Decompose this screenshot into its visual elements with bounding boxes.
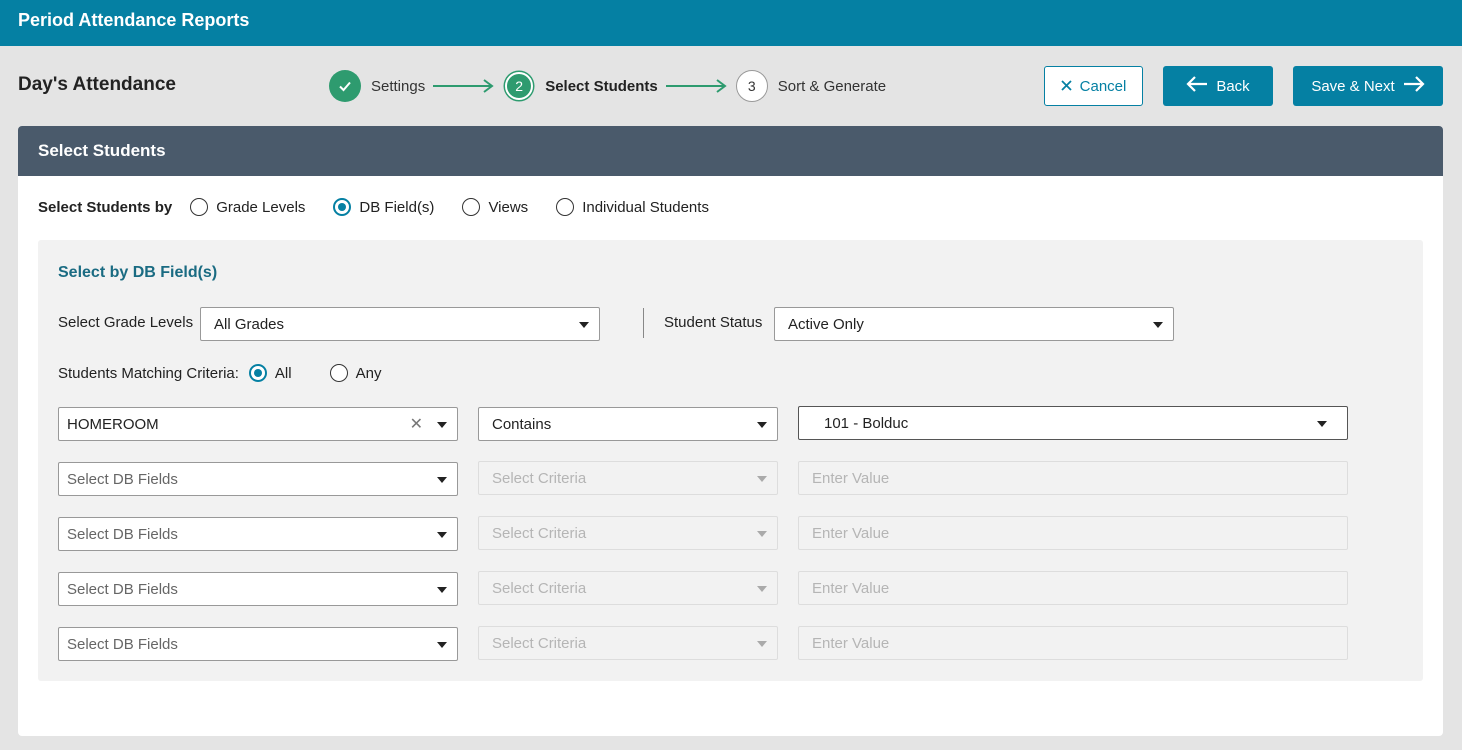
cancel-button[interactable]: Cancel [1044, 66, 1143, 106]
card-title: Select Students [18, 126, 1443, 176]
db-field-select-4[interactable]: Select DB Fields [58, 572, 458, 606]
close-icon [1061, 78, 1072, 95]
step-1-check-icon[interactable] [329, 70, 361, 102]
value-input-5: Enter Value [798, 626, 1348, 660]
step-3-label: Sort & Generate [777, 77, 887, 95]
radio-button[interactable] [462, 198, 481, 216]
criteria-select-4: Select Criteria [478, 571, 778, 605]
select-value: 101 - Bolduc [824, 414, 909, 432]
select-value: Active Only [788, 315, 864, 333]
radio-label: All [274, 364, 292, 382]
radio-views[interactable]: Views [462, 198, 528, 216]
chevron-down-icon [437, 477, 447, 483]
page-title: Day's Attendance [18, 74, 176, 95]
step-3-indicator: 3 [735, 70, 768, 102]
select-placeholder: Select DB Fields [67, 635, 178, 653]
input-placeholder: Enter Value [812, 634, 890, 652]
input-placeholder: Enter Value [812, 524, 890, 542]
chevron-down-icon [757, 586, 767, 592]
app-header: Period Attendance Reports [0, 0, 1462, 46]
db-field-select-1[interactable]: HOMEROOM ✕ [58, 407, 458, 441]
divider [643, 308, 644, 338]
save-next-button[interactable]: Save & Next [1293, 66, 1443, 106]
step-1-label[interactable]: Settings [371, 78, 425, 95]
value-input-4: Enter Value [798, 571, 1348, 605]
radio-button[interactable] [556, 198, 575, 216]
step-arrow-icon [665, 79, 728, 93]
select-placeholder: Select Criteria [492, 469, 587, 487]
value-input-3: Enter Value [798, 516, 1348, 550]
app-title: Period Attendance Reports [18, 10, 250, 30]
db-field-select-5[interactable]: Select DB Fields [58, 627, 458, 661]
radio-grade-levels[interactable]: Grade Levels [190, 198, 305, 216]
select-value: HOMEROOM [67, 415, 159, 433]
radio-button[interactable] [190, 198, 209, 216]
grade-levels-select[interactable]: All Grades [200, 307, 600, 341]
chevron-down-icon [1153, 322, 1163, 328]
chevron-down-icon [579, 322, 589, 328]
radio-button-selected[interactable] [248, 364, 267, 382]
chevron-down-icon [437, 532, 447, 538]
criteria-select-1[interactable]: Contains [478, 407, 778, 441]
select-students-card: Select Students Select Students by Grade… [18, 126, 1443, 736]
grade-levels-label: Select Grade Levels [58, 314, 194, 331]
chevron-down-icon [1317, 421, 1327, 427]
input-placeholder: Enter Value [812, 579, 890, 597]
match-criteria-group: Students Matching Criteria: All Any [58, 364, 381, 382]
radio-button[interactable] [329, 364, 348, 382]
select-value: Contains [492, 415, 552, 433]
student-status-select[interactable]: Active Only [774, 307, 1174, 341]
student-status-label: Student Status [664, 314, 763, 331]
save-next-label: Save & Next [1311, 77, 1395, 95]
radio-db-fields[interactable]: DB Field(s) [333, 198, 434, 216]
chevron-down-icon [437, 422, 447, 428]
select-placeholder: Select DB Fields [67, 470, 178, 488]
radio-label: Views [488, 198, 529, 216]
chevron-down-icon [437, 587, 447, 593]
criteria-select-3: Select Criteria [478, 516, 778, 550]
back-label: Back [1216, 77, 1250, 95]
step-arrow-icon [433, 79, 495, 93]
back-button[interactable]: Back [1163, 66, 1273, 106]
step-2-label: Select Students [545, 77, 658, 95]
input-placeholder: Enter Value [812, 469, 890, 487]
radio-individual-students[interactable]: Individual Students [556, 198, 709, 216]
radio-match-any[interactable]: Any [329, 364, 382, 382]
radio-label: Individual Students [582, 198, 709, 216]
chevron-down-icon [757, 476, 767, 482]
criteria-select-2: Select Criteria [478, 461, 778, 495]
radio-button-selected[interactable] [333, 198, 352, 216]
arrow-left-icon [1186, 76, 1208, 96]
db-field-select-2[interactable]: Select DB Fields [58, 462, 458, 496]
select-placeholder: Select Criteria [492, 579, 587, 597]
db-field-select-3[interactable]: Select DB Fields [58, 517, 458, 551]
cancel-label: Cancel [1079, 77, 1127, 95]
arrow-right-icon [1403, 76, 1425, 96]
radio-label: DB Field(s) [359, 198, 435, 216]
select-by-group: Select Students by Grade Levels DB Field… [38, 198, 709, 216]
chevron-down-icon [757, 531, 767, 537]
value-input-2: Enter Value [798, 461, 1348, 495]
chevron-down-icon [757, 641, 767, 647]
step-2-indicator: 2 [505, 72, 534, 100]
radio-label: Grade Levels [216, 198, 306, 216]
select-placeholder: Select Criteria [492, 524, 587, 542]
select-placeholder: Select DB Fields [67, 525, 178, 543]
select-value: All Grades [214, 315, 285, 333]
clear-icon[interactable]: ✕ [410, 414, 423, 434]
select-placeholder: Select DB Fields [67, 580, 178, 598]
select-by-label: Select Students by [38, 198, 173, 216]
wizard-stepper: Settings 2 Select Students 3 Sort & Gene… [329, 69, 886, 103]
radio-match-all[interactable]: All [248, 364, 292, 382]
select-placeholder: Select Criteria [492, 634, 587, 652]
value-select-1[interactable]: 101 - Bolduc [798, 406, 1348, 440]
chevron-down-icon [757, 422, 767, 428]
match-criteria-label: Students Matching Criteria: [58, 364, 239, 382]
db-fields-panel: Select by DB Field(s) Select Grade Level… [38, 240, 1423, 681]
panel-title: Select by DB Field(s) [58, 264, 218, 281]
radio-label: Any [355, 364, 382, 382]
criteria-select-5: Select Criteria [478, 626, 778, 660]
chevron-down-icon [437, 642, 447, 648]
